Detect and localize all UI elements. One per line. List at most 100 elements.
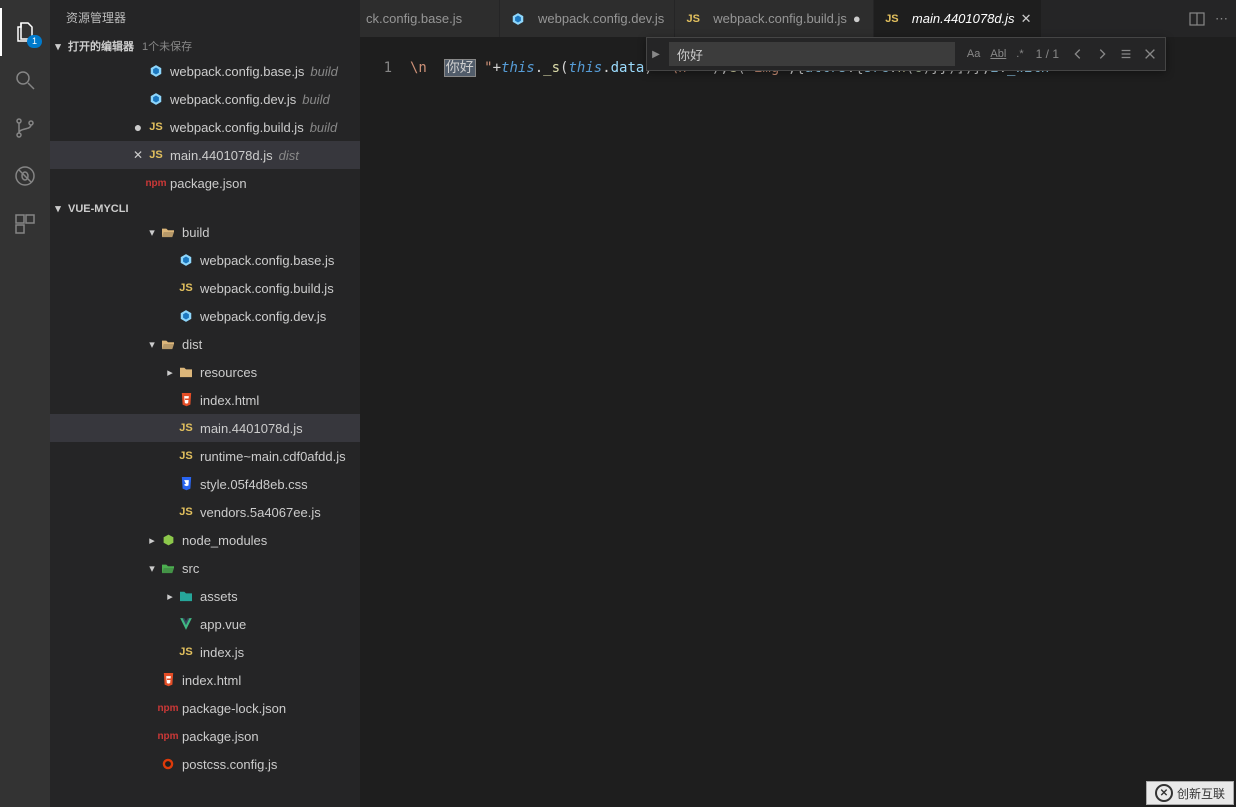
js-icon: JS bbox=[685, 11, 701, 27]
activity-extensions[interactable] bbox=[0, 200, 50, 248]
npm-icon: npm bbox=[148, 175, 164, 191]
folder-open-icon bbox=[160, 224, 176, 240]
tree-file[interactable]: webpack.config.dev.js bbox=[50, 302, 360, 330]
tree-folder[interactable]: ▸assets bbox=[50, 582, 360, 610]
line-number: 1 bbox=[360, 57, 410, 807]
activity-explorer[interactable]: 1 bbox=[0, 8, 50, 56]
tab-label: ck.config.base.js bbox=[366, 11, 462, 26]
editor-tab[interactable]: ck.config.base.js bbox=[360, 0, 500, 37]
tree-label: style.05f4d8eb.css bbox=[200, 477, 308, 492]
file-dir: build bbox=[310, 120, 337, 135]
find-in-selection-icon[interactable] bbox=[1119, 47, 1133, 61]
folder-icon bbox=[178, 364, 194, 380]
chevron-down-icon: ▾ bbox=[144, 338, 160, 351]
branch-icon bbox=[13, 116, 37, 140]
activity-search[interactable] bbox=[0, 56, 50, 104]
chevron-right-icon: ▸ bbox=[144, 534, 160, 547]
find-close-icon[interactable] bbox=[1143, 47, 1157, 61]
tree-label: vendors.5a4067ee.js bbox=[200, 505, 321, 520]
tree-label: package.json bbox=[182, 729, 259, 744]
tree-file[interactable]: JS webpack.config.build.js bbox=[50, 274, 360, 302]
watermark-text: 创新互联 bbox=[1177, 785, 1225, 802]
code-editor[interactable]: 1 \n 你好 "+this._s(this.data)+"\n "),e("i… bbox=[360, 37, 1236, 807]
open-editor-item[interactable]: ●JSwebpack.config.build.jsbuild bbox=[50, 113, 360, 141]
tab-actions: ⋯ bbox=[1181, 0, 1236, 37]
open-editor-item[interactable]: ✕JSmain.4401078d.jsdist bbox=[50, 141, 360, 169]
tree-file[interactable]: index.html bbox=[50, 666, 360, 694]
match-word-icon[interactable]: Abl bbox=[990, 48, 1006, 60]
find-input[interactable] bbox=[669, 42, 955, 66]
folder-assets-icon bbox=[178, 588, 194, 604]
webpack-icon bbox=[148, 91, 164, 107]
js-icon: JS bbox=[148, 147, 164, 163]
tree-file[interactable]: style.05f4d8eb.css bbox=[50, 470, 360, 498]
tree-label: node_modules bbox=[182, 533, 267, 548]
js-icon: JS bbox=[178, 644, 194, 660]
regex-icon[interactable]: .* bbox=[1016, 48, 1023, 60]
open-editors-list: webpack.config.base.jsbuildwebpack.confi… bbox=[50, 57, 360, 197]
activity-scm[interactable] bbox=[0, 104, 50, 152]
find-prev-icon[interactable] bbox=[1071, 47, 1085, 61]
tree-file[interactable]: JS index.js bbox=[50, 638, 360, 666]
tree-folder[interactable]: ▸resources bbox=[50, 358, 360, 386]
node-icon bbox=[160, 532, 176, 548]
tab-label: webpack.config.dev.js bbox=[538, 11, 664, 26]
match-case-icon[interactable]: Aa bbox=[967, 48, 980, 60]
project-tree: ▾buildwebpack.config.base.jsJSwebpack.co… bbox=[50, 218, 360, 778]
tree-label: app.vue bbox=[200, 617, 246, 632]
tree-file[interactable]: postcss.config.js bbox=[50, 750, 360, 778]
open-editor-item[interactable]: npmpackage.json bbox=[50, 169, 360, 197]
tree-file[interactable]: JS vendors.5a4067ee.js bbox=[50, 498, 360, 526]
editor-main: ck.config.base.js webpack.config.dev.js JS… bbox=[360, 0, 1236, 807]
sidebar-title: 资源管理器 bbox=[50, 0, 360, 35]
tree-label: package-lock.json bbox=[182, 701, 286, 716]
js-icon: JS bbox=[178, 504, 194, 520]
tree-folder[interactable]: ▾src bbox=[50, 554, 360, 582]
find-next-icon[interactable] bbox=[1095, 47, 1109, 61]
tree-label: webpack.config.dev.js bbox=[200, 309, 326, 324]
file-dir: dist bbox=[279, 148, 299, 163]
tree-file[interactable]: index.html bbox=[50, 386, 360, 414]
tree-file[interactable]: JSmain.4401078d.js bbox=[50, 414, 360, 442]
dirty-indicator: ● bbox=[853, 11, 863, 26]
tree-label: postcss.config.js bbox=[182, 757, 277, 772]
chevron-right-icon: ▸ bbox=[162, 366, 178, 379]
open-editor-item[interactable]: webpack.config.dev.jsbuild bbox=[50, 85, 360, 113]
open-editor-item[interactable]: webpack.config.base.jsbuild bbox=[50, 57, 360, 85]
project-header[interactable]: ▾ VUE-MYCLI bbox=[50, 199, 360, 218]
close-icon[interactable]: ✕ bbox=[1021, 11, 1031, 27]
more-icon[interactable]: ⋯ bbox=[1215, 11, 1228, 27]
js-icon: JS bbox=[178, 280, 194, 296]
editor-tab[interactable]: webpack.config.dev.js bbox=[500, 0, 675, 37]
editor-tab[interactable]: JSmain.4401078d.js✕ bbox=[874, 0, 1042, 37]
tree-label: webpack.config.build.js bbox=[200, 281, 334, 296]
js-icon: JS bbox=[178, 448, 194, 464]
tree-label: index.html bbox=[200, 393, 259, 408]
close-icon[interactable]: ✕ bbox=[128, 148, 148, 162]
project-name: VUE-MYCLI bbox=[68, 203, 129, 215]
tree-file[interactable]: npmpackage.json bbox=[50, 722, 360, 750]
open-editors-header[interactable]: ▾ 打开的编辑器 1个未保存 bbox=[50, 35, 360, 57]
search-icon bbox=[13, 68, 37, 92]
file-label: webpack.config.base.js bbox=[170, 64, 304, 79]
tree-file[interactable]: npmpackage-lock.json bbox=[50, 694, 360, 722]
split-editor-icon[interactable] bbox=[1189, 11, 1205, 27]
tree-label: index.js bbox=[200, 645, 244, 660]
tree-file[interactable]: JSruntime~main.cdf0afdd.js bbox=[50, 442, 360, 470]
bug-disabled-icon bbox=[13, 164, 37, 188]
vue-icon bbox=[178, 616, 194, 632]
tree-folder[interactable]: ▸ node_modules bbox=[50, 526, 360, 554]
tree-folder[interactable]: ▾build bbox=[50, 218, 360, 246]
watermark-logo-icon: ✕ bbox=[1155, 784, 1173, 802]
tree-file[interactable]: webpack.config.base.js bbox=[50, 246, 360, 274]
tree-label: src bbox=[182, 561, 199, 576]
tree-folder[interactable]: ▾ dist bbox=[50, 330, 360, 358]
editor-tab[interactable]: JSwebpack.config.build.js● bbox=[675, 0, 874, 37]
tree-label: build bbox=[182, 225, 209, 240]
activity-debug[interactable] bbox=[0, 152, 50, 200]
folder-src-icon bbox=[160, 560, 176, 576]
find-expand-toggle[interactable]: ▶ bbox=[647, 49, 665, 60]
tree-label: dist bbox=[182, 337, 202, 352]
webpack-icon bbox=[510, 11, 526, 27]
tree-file[interactable]: app.vue bbox=[50, 610, 360, 638]
